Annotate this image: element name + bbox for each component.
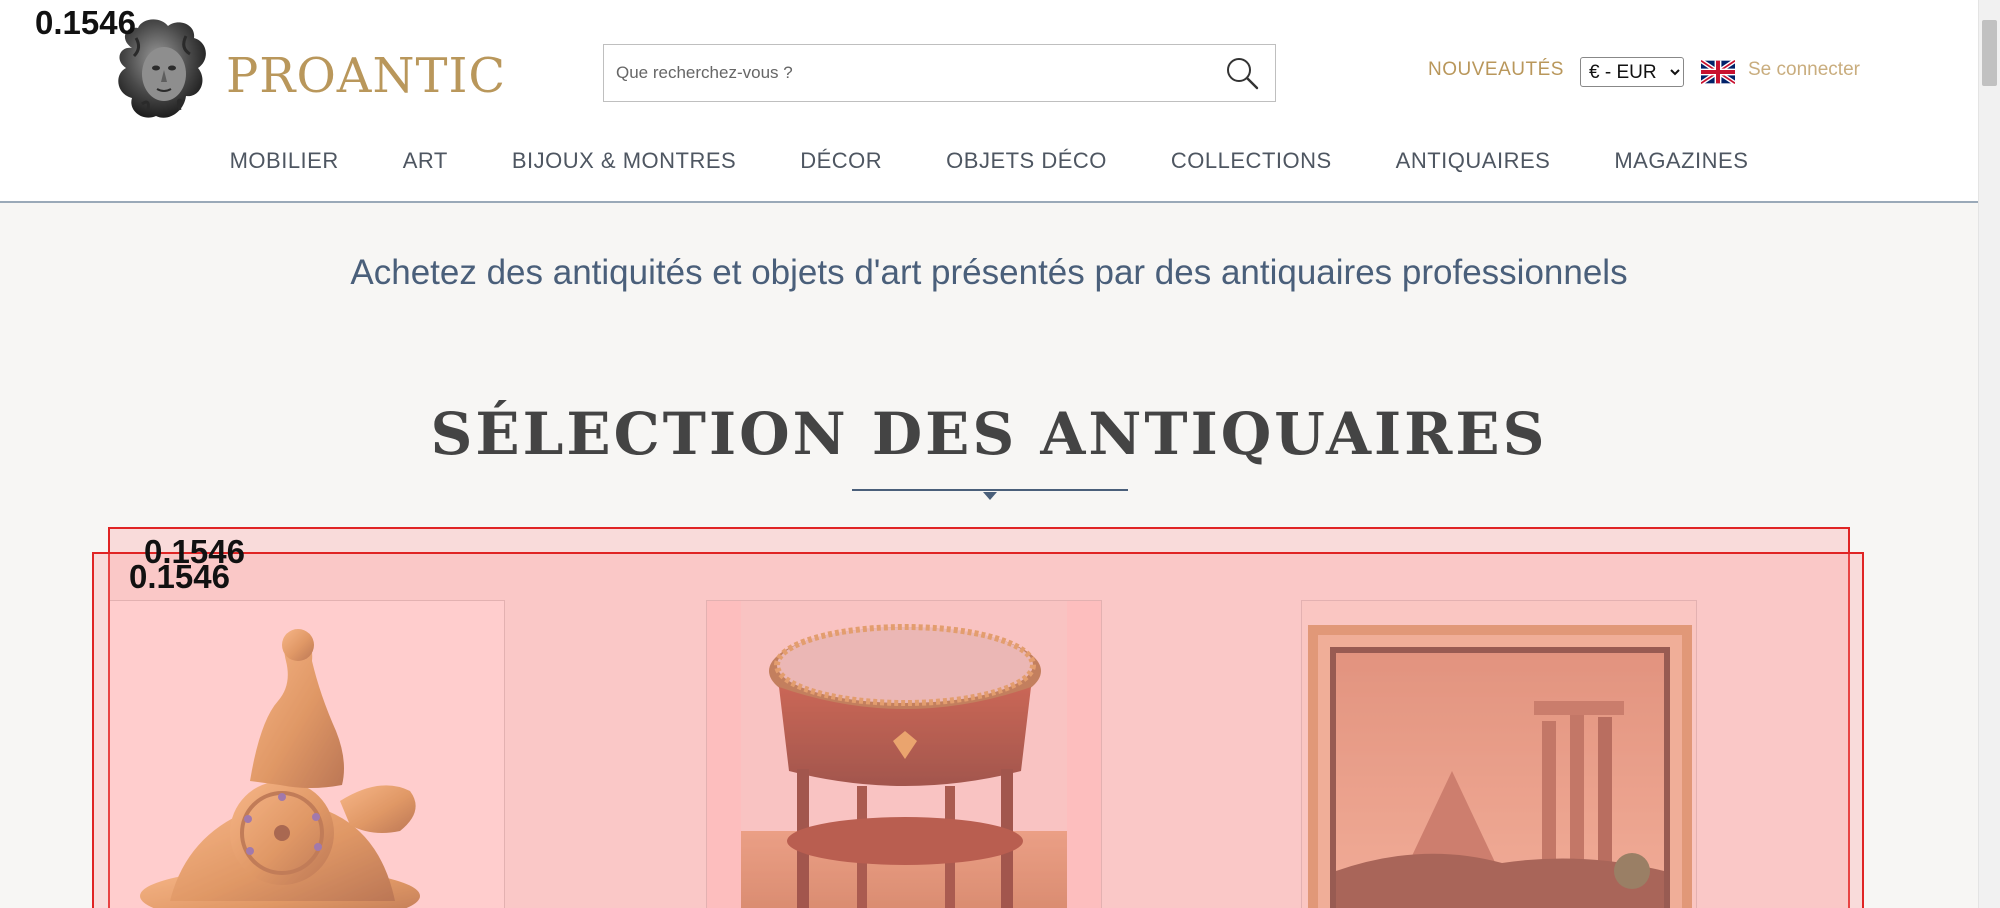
nav-item-antiquaires[interactable]: ANTIQUAIRES	[1396, 148, 1551, 174]
score-label: 0.1546	[35, 4, 136, 41]
currency-select[interactable]: € - EUR	[1580, 57, 1684, 87]
score-label: 0.1546	[129, 558, 230, 595]
scrollbar-thumb[interactable]	[1982, 20, 1997, 86]
section-title: SÉLECTION DES ANTIQUAIRES	[430, 400, 1548, 468]
search-input[interactable]	[616, 45, 1196, 101]
site-header: PROANTIC NOUVEAUTÉS € - EUR Se connecter…	[0, 0, 1978, 203]
divider-diamond-icon	[983, 487, 997, 500]
nav-item-objets-deco[interactable]: OBJETS DÉCO	[946, 148, 1107, 174]
login-link[interactable]: Se connecter	[1748, 59, 1860, 81]
nav-item-art[interactable]: ART	[403, 148, 448, 174]
nav-item-magazines[interactable]: MAGAZINES	[1614, 148, 1748, 174]
nouveautes-link[interactable]: NOUVEAUTÉS	[1428, 59, 1564, 81]
search-icon[interactable]	[1223, 55, 1261, 93]
page-tagline: Achetez des antiquités et objets d'art p…	[350, 253, 1628, 292]
nav-item-decor[interactable]: DÉCOR	[800, 148, 882, 174]
nav-item-mobilier[interactable]: MOBILIER	[230, 148, 339, 174]
uk-flag-icon[interactable]	[1699, 58, 1737, 86]
detection-overlay-box	[92, 552, 1864, 908]
site-logo-text[interactable]: PROANTIC	[226, 48, 506, 104]
page-scrollbar[interactable]	[1978, 0, 2000, 908]
search-bar	[603, 44, 1276, 102]
nav-item-collections[interactable]: COLLECTIONS	[1171, 148, 1332, 174]
nav-item-bijoux-montres[interactable]: BIJOUX & MONTRES	[512, 148, 736, 174]
main-nav: MOBILIER ART BIJOUX & MONTRES DÉCOR OBJE…	[0, 148, 1978, 174]
